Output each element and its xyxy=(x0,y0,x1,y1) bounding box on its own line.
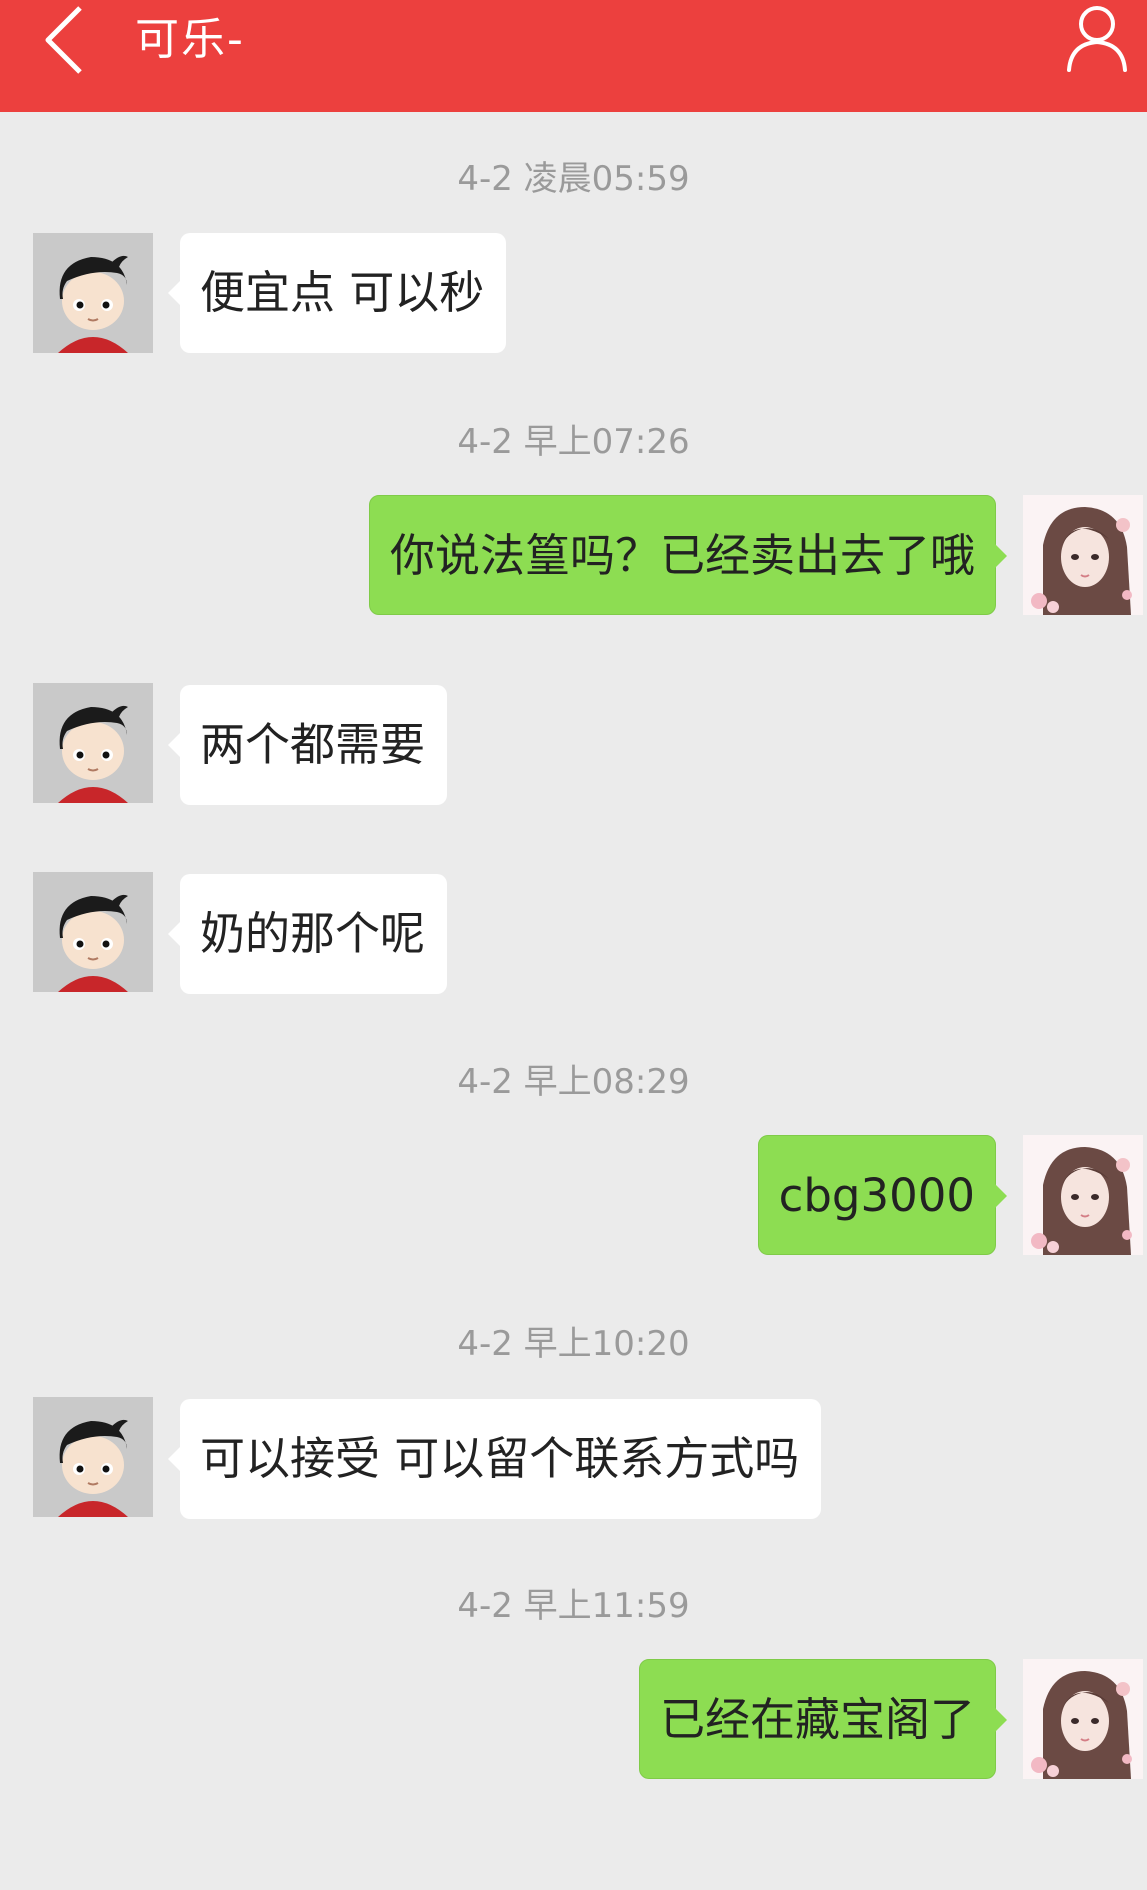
person-icon xyxy=(1067,6,1127,72)
incoming-message-bubble[interactable]: 便宜点 可以秒 xyxy=(167,233,507,353)
incoming-message-bubble[interactable]: 两个都需要 xyxy=(167,685,448,805)
contact-avatar[interactable] xyxy=(33,1397,153,1517)
timestamp: 4-2 早上10:20 xyxy=(457,1324,690,1364)
chat-header: 可乐- xyxy=(0,0,1147,112)
incoming-message-bubble[interactable]: 奶的那个呢 xyxy=(167,874,448,994)
user-avatar[interactable] xyxy=(1023,1135,1143,1255)
contact-avatar[interactable] xyxy=(33,233,153,353)
timestamp: 4-2 早上07:26 xyxy=(457,422,690,462)
outgoing-message-bubble[interactable]: 你说法篁吗？已经卖出去了哦 xyxy=(368,495,1008,615)
timestamp: 4-2 凌晨05:59 xyxy=(457,159,690,199)
contact-avatar[interactable] xyxy=(33,872,153,992)
contact-avatar[interactable] xyxy=(33,683,153,803)
incoming-message-bubble[interactable]: 可以接受 可以留个联系方式吗 xyxy=(167,1399,822,1519)
user-avatar[interactable] xyxy=(1023,1659,1143,1779)
outgoing-message-bubble[interactable]: cbg3000 xyxy=(757,1135,1008,1255)
outgoing-message-bubble[interactable]: 已经在藏宝阁了 xyxy=(638,1659,1008,1779)
user-avatar[interactable] xyxy=(1023,495,1143,615)
back-button[interactable] xyxy=(30,0,100,80)
timestamp: 4-2 早上08:29 xyxy=(457,1062,690,1102)
chevron-left-icon xyxy=(45,6,82,74)
timestamp: 4-2 早上11:59 xyxy=(457,1586,690,1626)
profile-button[interactable] xyxy=(1057,0,1137,80)
contact-name-title: 可乐- xyxy=(135,14,245,65)
